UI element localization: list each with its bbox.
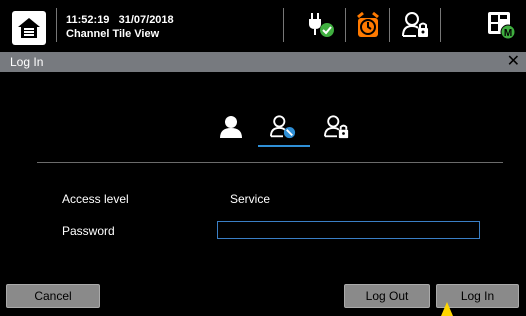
separator	[56, 8, 57, 42]
separator	[345, 8, 346, 42]
alarm-button[interactable]	[353, 10, 383, 40]
password-label: Password	[62, 224, 115, 238]
user-icon	[220, 116, 242, 138]
tab-service[interactable]	[270, 114, 296, 140]
clock-time: 11:52:19	[66, 14, 110, 26]
user-lock-icon	[402, 12, 428, 37]
user-login-button[interactable]	[401, 10, 431, 40]
access-level-label: Access level	[62, 192, 129, 206]
power-status-button[interactable]	[306, 10, 336, 40]
home-icon	[18, 18, 40, 38]
close-icon[interactable]: ✕	[507, 52, 520, 72]
separator	[440, 8, 441, 42]
separator	[283, 8, 284, 42]
selected-tab-indicator	[258, 145, 310, 147]
divider	[37, 162, 503, 163]
cancel-button[interactable]: Cancel	[6, 284, 100, 308]
power-plug-check-icon	[309, 13, 334, 37]
top-bar: 11:52:19 31/07/2018 Channel Tile View M	[0, 0, 526, 48]
svg-text:M: M	[504, 28, 512, 39]
alarm-clock-icon	[357, 11, 379, 37]
log-out-button[interactable]: Log Out	[344, 284, 430, 308]
access-level-value: Service	[230, 192, 271, 206]
view-name: Channel Tile View	[66, 28, 160, 40]
clock-date: 31/07/2018	[118, 14, 174, 26]
home-button[interactable]	[12, 11, 46, 45]
tile-view-button[interactable]: M	[486, 10, 516, 40]
tab-admin[interactable]	[324, 114, 350, 140]
tab-user[interactable]	[218, 114, 244, 140]
tile-grid-m-icon: M	[488, 12, 516, 40]
password-input[interactable]	[217, 221, 480, 239]
separator	[389, 8, 390, 42]
user-admin-icon	[324, 115, 349, 139]
clock: 11:52:19 31/07/2018	[66, 14, 174, 27]
dialog-title-bar: Log In ✕	[0, 52, 526, 72]
user-service-icon	[270, 115, 296, 139]
pointer-cursor-icon	[441, 302, 453, 316]
dialog-title: Log In	[10, 55, 44, 69]
login-dialog: Access level Service Password Cancel Log…	[0, 72, 526, 316]
